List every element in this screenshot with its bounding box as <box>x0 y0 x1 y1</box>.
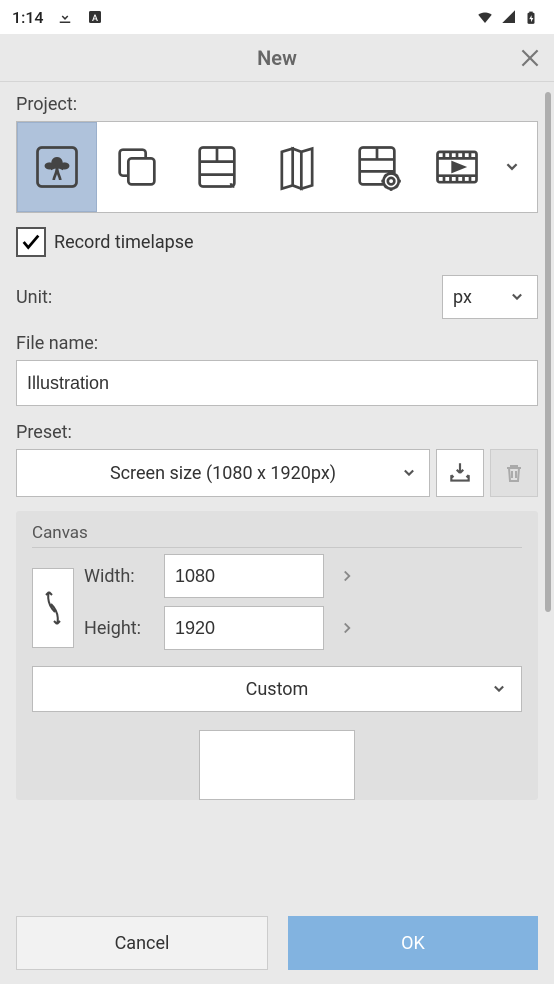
chevron-down-icon <box>399 463 419 483</box>
status-bar: 1:14 A <box>0 0 554 34</box>
preset-label: Preset: <box>16 422 538 443</box>
timelapse-checkbox[interactable] <box>16 227 46 257</box>
scrollbar[interactable] <box>545 92 551 612</box>
project-type-comic-page[interactable] <box>177 122 257 212</box>
delete-preset-button <box>490 449 538 497</box>
project-type-more[interactable] <box>497 122 527 212</box>
download-icon <box>56 8 74 26</box>
project-type-layers[interactable] <box>97 122 177 212</box>
dialog-body: Project: <box>0 82 554 884</box>
ok-label: OK <box>401 933 425 954</box>
height-label: Height: <box>84 618 156 639</box>
canvas-title: Canvas <box>32 523 522 548</box>
width-stepper[interactable] <box>332 554 362 598</box>
dialog-header: New <box>0 34 554 82</box>
swap-dimensions-button[interactable] <box>32 568 74 648</box>
unit-label: Unit: <box>16 287 52 308</box>
chevron-down-icon <box>507 287 527 307</box>
canvas-preview <box>199 730 355 800</box>
project-label: Project: <box>16 94 538 115</box>
preset-select[interactable]: Screen size (1080 x 1920px) <box>16 449 430 497</box>
project-type-animation[interactable] <box>417 122 497 212</box>
cancel-button[interactable]: Cancel <box>16 916 268 970</box>
project-type-comic-settings[interactable] <box>337 122 417 212</box>
height-stepper[interactable] <box>332 606 362 650</box>
canvas-ratio-value: Custom <box>246 679 309 700</box>
cancel-label: Cancel <box>115 933 170 954</box>
ok-button[interactable]: OK <box>288 916 538 970</box>
chevron-down-icon <box>489 679 509 699</box>
project-type-illustration[interactable] <box>17 122 97 212</box>
app-update-icon: A <box>86 8 104 26</box>
timelapse-row: Record timelapse <box>16 227 538 257</box>
save-preset-button[interactable] <box>436 449 484 497</box>
dialog-title: New <box>257 46 297 70</box>
width-input[interactable] <box>164 554 324 598</box>
unit-value: px <box>453 287 472 308</box>
filename-input[interactable] <box>16 360 538 406</box>
dialog-footer: Cancel OK <box>16 916 538 970</box>
project-type-strip <box>16 121 538 213</box>
height-input[interactable] <box>164 606 324 650</box>
close-button[interactable] <box>512 40 548 76</box>
filename-label: File name: <box>16 333 538 354</box>
project-type-folded[interactable] <box>257 122 337 212</box>
new-project-dialog: New Project: <box>0 34 554 984</box>
svg-text:A: A <box>92 14 98 24</box>
signal-icon <box>500 8 518 26</box>
status-time: 1:14 <box>12 8 44 27</box>
wifi-icon <box>476 8 494 26</box>
unit-select[interactable]: px <box>442 275 538 319</box>
width-label: Width: <box>84 566 156 587</box>
preset-value: Screen size (1080 x 1920px) <box>110 463 336 484</box>
battery-charging-icon <box>524 8 542 26</box>
timelapse-label: Record timelapse <box>54 232 194 253</box>
canvas-ratio-select[interactable]: Custom <box>32 666 522 712</box>
canvas-group: Canvas Width: <box>16 511 538 800</box>
